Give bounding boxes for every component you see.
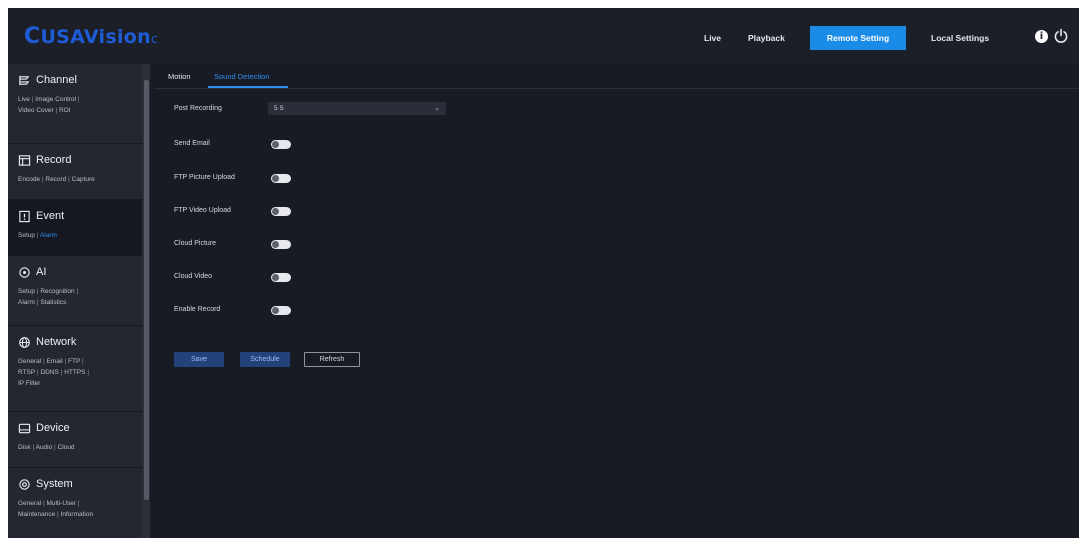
schedule-button[interactable]: Schedule bbox=[240, 352, 290, 367]
link-disk[interactable]: Disk bbox=[18, 444, 31, 451]
main-panel: Motion Sound Detection Post Recording 5 … bbox=[154, 64, 1079, 538]
link-general[interactable]: General bbox=[18, 500, 41, 507]
post-recording-select[interactable]: 5 S ⌄ bbox=[268, 102, 446, 115]
link-encode[interactable]: Encode bbox=[18, 176, 40, 183]
link-recognition[interactable]: Recognition bbox=[40, 288, 74, 295]
link-multi-user[interactable]: Multi-User bbox=[46, 500, 76, 507]
cloud-picture-label: Cloud Picture bbox=[174, 240, 217, 247]
link-live[interactable]: Live bbox=[18, 96, 30, 103]
brand-logo: CUSAVisionc bbox=[24, 24, 158, 49]
link-capture[interactable]: Capture bbox=[72, 176, 95, 183]
nav-live[interactable]: Live bbox=[704, 29, 721, 47]
sidebar: Channel Live | Image Control | Video Cov… bbox=[8, 64, 146, 538]
link-setup[interactable]: Setup bbox=[18, 232, 35, 239]
link-record[interactable]: Record bbox=[45, 176, 66, 183]
sidebar-item-label: Record bbox=[36, 154, 72, 166]
sidebar-links-system: General | Multi-User | Maintenance | Inf… bbox=[18, 500, 94, 518]
sidebar-item-label: AI bbox=[36, 266, 47, 278]
sidebar-links-channel: Live | Image Control | Video Cover | ROI bbox=[18, 96, 80, 114]
link-information[interactable]: Information bbox=[61, 511, 94, 518]
link-maintenance[interactable]: Maintenance bbox=[18, 511, 55, 518]
tab-sound-detection[interactable]: Sound Detection bbox=[214, 72, 269, 86]
chevron-down-icon: ⌄ bbox=[434, 105, 440, 112]
cloud-video-label: Cloud Video bbox=[174, 273, 213, 280]
sidebar-item-label: Device bbox=[36, 422, 70, 434]
sidebar-section-network: Network General | Email | FTP | RTSP | D… bbox=[8, 326, 146, 412]
sidebar-section-channel: Channel Live | Image Control | Video Cov… bbox=[8, 64, 146, 144]
link-setup[interactable]: Setup bbox=[18, 288, 35, 295]
sidebar-section-ai: AI Setup | Recognition | Alarm | Statist… bbox=[8, 256, 146, 326]
sidebar-item-channel[interactable]: Channel bbox=[18, 72, 77, 88]
sidebar-links-record: Encode | Record | Capture bbox=[18, 176, 95, 183]
top-bar: CUSAVisionc Live Playback Remote Setting… bbox=[8, 8, 1079, 64]
tab-divider bbox=[154, 88, 1079, 89]
send-email-label: Send Email bbox=[174, 140, 210, 147]
sidebar-links-ai: Setup | Recognition | Alarm | Statistics bbox=[18, 288, 79, 306]
link-rtsp[interactable]: RTSP bbox=[18, 369, 35, 376]
cloud-picture-toggle[interactable] bbox=[271, 240, 291, 249]
link-video-cover[interactable]: Video Cover bbox=[18, 107, 54, 114]
link-ddns[interactable]: DDNS bbox=[40, 369, 58, 376]
ftp-picture-upload-toggle[interactable] bbox=[271, 174, 291, 183]
event-icon bbox=[19, 210, 30, 222]
sidebar-item-label: Channel bbox=[36, 74, 77, 86]
sidebar-item-label: System bbox=[36, 478, 73, 490]
sidebar-links-device: Disk | Audio | Cloud bbox=[18, 444, 75, 451]
sidebar-item-ai[interactable]: AI bbox=[18, 264, 46, 280]
sidebar-section-device: Device Disk | Audio | Cloud bbox=[8, 412, 146, 468]
app-window: CUSAVisionc Live Playback Remote Setting… bbox=[8, 8, 1079, 538]
link-alarm-active[interactable]: Alarm bbox=[40, 232, 57, 239]
cloud-video-toggle[interactable] bbox=[271, 273, 291, 282]
link-general[interactable]: General bbox=[18, 358, 41, 365]
nav-playback[interactable]: Playback bbox=[748, 29, 785, 47]
device-icon bbox=[18, 423, 31, 433]
ftp-video-upload-label: FTP Video Upload bbox=[174, 207, 231, 214]
ai-icon bbox=[19, 266, 30, 278]
sidebar-links-event: Setup | Alarm bbox=[18, 232, 57, 239]
link-alarm[interactable]: Alarm bbox=[18, 299, 35, 306]
link-audio[interactable]: Audio bbox=[36, 444, 53, 451]
sidebar-item-device[interactable]: Device bbox=[18, 420, 70, 436]
sidebar-scroll-thumb[interactable] bbox=[144, 80, 149, 500]
link-ip-filter[interactable]: IP Filter bbox=[18, 380, 40, 387]
tab-motion[interactable]: Motion bbox=[168, 72, 191, 86]
link-email[interactable]: Email bbox=[46, 358, 62, 365]
sidebar-item-label: Event bbox=[36, 210, 65, 222]
post-recording-value: 5 S bbox=[274, 105, 284, 112]
sidebar-section-system: System General | Multi-User | Maintenanc… bbox=[8, 468, 146, 538]
link-cloud[interactable]: Cloud bbox=[58, 444, 75, 451]
send-email-toggle[interactable] bbox=[271, 140, 291, 149]
sidebar-section-event: Event Setup | Alarm bbox=[8, 200, 146, 256]
post-recording-label: Post Recording bbox=[174, 105, 222, 112]
nav-remote-setting[interactable]: Remote Setting bbox=[810, 26, 906, 50]
enable-record-toggle[interactable] bbox=[271, 306, 291, 315]
link-image-control[interactable]: Image Control bbox=[35, 96, 76, 103]
network-icon bbox=[19, 336, 30, 348]
link-ftp[interactable]: FTP bbox=[68, 358, 80, 365]
ftp-video-upload-toggle[interactable] bbox=[271, 207, 291, 216]
link-https[interactable]: HTTPS bbox=[64, 369, 85, 376]
system-icon bbox=[19, 478, 30, 490]
sidebar-item-network[interactable]: Network bbox=[18, 334, 76, 350]
sidebar-item-label: Network bbox=[36, 336, 77, 348]
ftp-picture-upload-label: FTP Picture Upload bbox=[174, 174, 235, 181]
info-icon[interactable]: i bbox=[1035, 30, 1048, 43]
channel-icon bbox=[19, 75, 30, 85]
nav-local-settings[interactable]: Local Settings bbox=[931, 29, 989, 47]
sidebar-item-event[interactable]: Event bbox=[18, 208, 64, 224]
power-icon[interactable] bbox=[1053, 28, 1069, 44]
sidebar-section-record: Record Encode | Record | Capture bbox=[8, 144, 146, 200]
sidebar-item-record[interactable]: Record bbox=[18, 152, 71, 168]
refresh-button[interactable]: Refresh bbox=[304, 352, 360, 367]
link-statistics[interactable]: Statistics bbox=[40, 299, 66, 306]
sidebar-item-system[interactable]: System bbox=[18, 476, 73, 492]
link-roi[interactable]: ROI bbox=[59, 107, 71, 114]
sidebar-links-network: General | Email | FTP | RTSP | DDNS | HT… bbox=[18, 358, 90, 387]
enable-record-label: Enable Record bbox=[174, 306, 221, 313]
save-button[interactable]: Save bbox=[174, 352, 224, 367]
record-icon bbox=[18, 154, 31, 166]
